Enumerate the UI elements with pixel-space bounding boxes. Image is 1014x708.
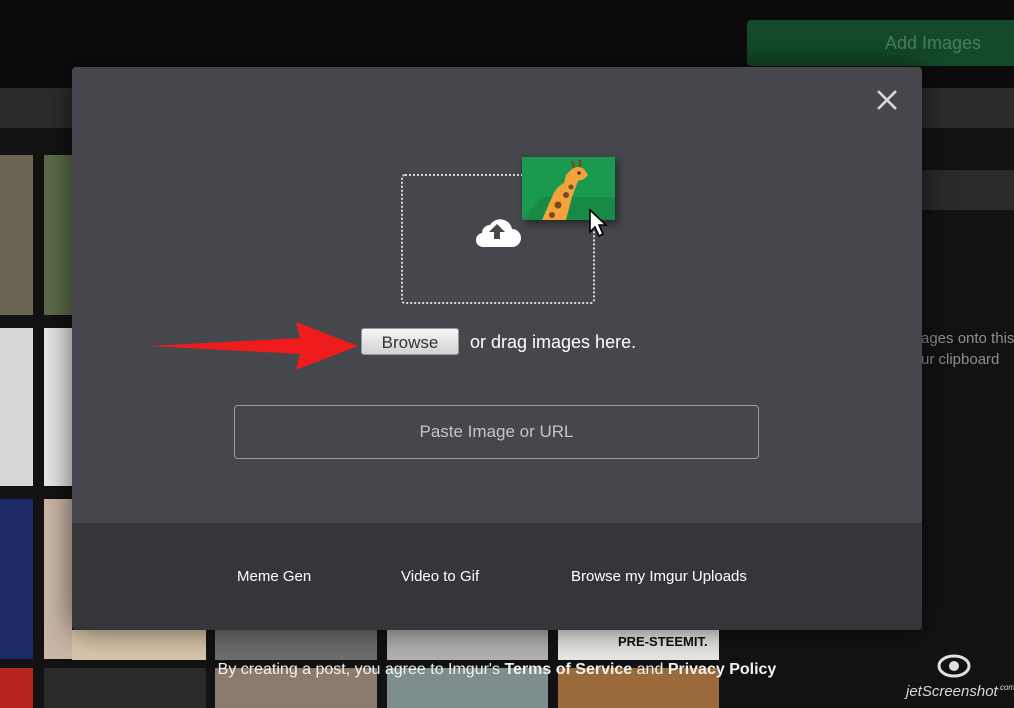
gallery-tile[interactable] — [0, 155, 33, 315]
browse-uploads-link[interactable]: Browse my Imgur Uploads — [571, 567, 747, 587]
close-icon[interactable] — [874, 87, 900, 113]
red-arrow-icon — [150, 322, 358, 370]
paste-url-input[interactable] — [234, 405, 759, 459]
privacy-policy-link[interactable]: Privacy Policy — [668, 661, 777, 678]
gallery-tile[interactable] — [44, 499, 72, 659]
background-drop-hint: ages onto this ur clipboard — [921, 330, 1014, 368]
upload-modal: Browse or drag images here. Meme Gen Vid… — [72, 67, 922, 630]
gallery-tile[interactable] — [44, 155, 72, 315]
legal-and: and — [636, 661, 664, 678]
cursor-icon — [589, 208, 609, 238]
gallery-tile[interactable] — [215, 630, 377, 660]
gallery-tile[interactable] — [0, 499, 33, 659]
watermark-suffix: .com — [997, 683, 1014, 692]
cloud-upload-icon — [475, 219, 521, 248]
gallery-tile[interactable] — [72, 630, 206, 660]
drag-hint: or drag images here. — [470, 332, 637, 352]
gallery-tile[interactable] — [387, 630, 548, 660]
modal-footer: Meme Gen Video to Gif Browse my Imgur Up… — [72, 523, 922, 630]
add-images-button[interactable]: Add Images — [747, 20, 1014, 66]
terms-of-service-link[interactable]: Terms of Service — [504, 661, 632, 678]
watermark-text: jetScreenshot — [906, 683, 998, 700]
gallery-tile[interactable] — [44, 328, 72, 486]
tile-caption: PRE-STEEMIT. — [618, 634, 708, 649]
gallery-tile[interactable] — [0, 328, 33, 486]
legal-prefix: By creating a post, you agree to Imgur's — [217, 661, 500, 678]
eye-logo-icon — [937, 654, 971, 678]
meme-gen-link[interactable]: Meme Gen — [237, 567, 311, 587]
background-panel — [921, 170, 1014, 210]
gallery-tile[interactable]: PRE-STEEMIT. — [558, 630, 719, 660]
browse-button[interactable]: Browse — [361, 328, 459, 355]
legal-notice: By creating a post, you agree to Imgur's… — [0, 660, 994, 680]
video-to-gif-link[interactable]: Video to Gif — [401, 567, 479, 587]
